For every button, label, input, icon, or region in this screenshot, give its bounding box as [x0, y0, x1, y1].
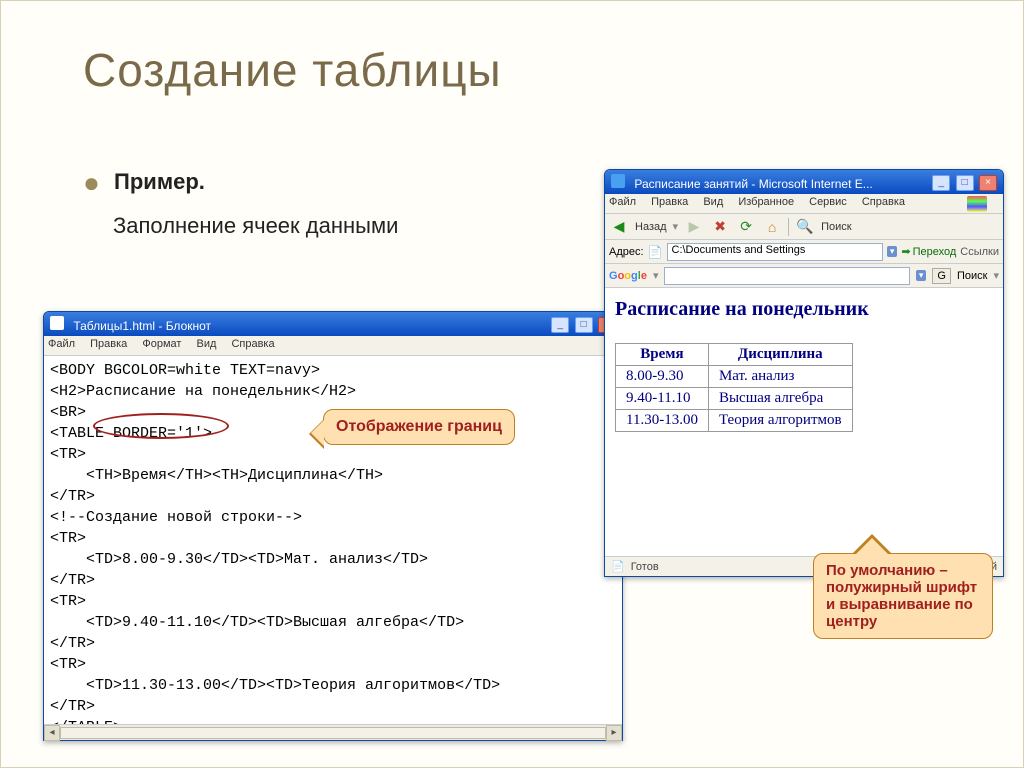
refresh-icon[interactable]: ⟳ — [736, 217, 756, 237]
g-search-button[interactable]: Поиск — [957, 270, 987, 282]
google-logo: Google — [609, 270, 647, 282]
scroll-track[interactable] — [60, 727, 606, 739]
ie-icon — [611, 174, 625, 188]
th-time: Время — [616, 344, 709, 366]
windows-flag-icon — [967, 196, 987, 212]
cell-disc: Теория алгоритмов — [708, 410, 852, 432]
notepad-window: Таблицы1.html - Блокнот _ □ × Файл Правк… — [43, 311, 623, 741]
ie-titlebar[interactable]: Расписание занятий - Microsoft Internet … — [605, 170, 1003, 194]
menu-item[interactable]: Вид — [703, 196, 723, 208]
scroll-right-icon[interactable]: ▸ — [606, 725, 622, 741]
bullet-subline: Заполнение ячеек данными — [113, 213, 398, 239]
dropdown-icon[interactable]: ▾ — [916, 270, 927, 281]
ie-menubar: Файл Правка Вид Избранное Сервис Справка — [605, 194, 1003, 214]
ie-title: Расписание занятий - Microsoft Internet … — [634, 177, 872, 191]
minimize-button[interactable]: _ — [932, 175, 950, 191]
back-label[interactable]: Назад — [635, 221, 667, 233]
go-arrow-icon: ➡ — [901, 245, 910, 258]
table-header-row: Время Дисциплина — [616, 344, 853, 366]
bullet-icon: ● — [83, 167, 100, 198]
notepad-title: Таблицы1.html - Блокнот — [73, 319, 211, 333]
google-search-field[interactable] — [664, 267, 909, 285]
google-toolbar: Google▾ ▾ G Поиск ▾ — [605, 264, 1003, 288]
status-done: Готов — [631, 561, 659, 573]
cell-disc: Мат. анализ — [708, 366, 852, 388]
menu-item[interactable]: Вид — [196, 338, 216, 350]
close-button[interactable]: × — [979, 175, 997, 191]
addr-label: Адрес: — [609, 246, 644, 258]
slide: Создание таблицы ● Пример. Заполнение яч… — [0, 0, 1024, 768]
bullet-label: Пример. — [114, 169, 205, 194]
url-field[interactable]: C:\Documents and Settings — [667, 243, 883, 261]
search-label[interactable]: Поиск — [821, 221, 851, 233]
scrollbar[interactable]: ◂ ▸ — [44, 724, 622, 740]
menu-item[interactable]: Правка — [651, 196, 688, 208]
menu-item[interactable]: Избранное — [738, 196, 794, 208]
scroll-left-icon[interactable]: ◂ — [44, 725, 60, 741]
links-label[interactable]: Ссылки — [960, 246, 999, 258]
rendered-page: Расписание на понедельник Время Дисципли… — [605, 288, 1003, 556]
schedule-table: Время Дисциплина 8.00-9.30 Мат. анализ 9… — [615, 343, 853, 432]
th-discipline: Дисциплина — [708, 344, 852, 366]
cell-time: 9.40-11.10 — [616, 388, 709, 410]
menu-item[interactable]: Справка — [862, 196, 905, 208]
g-go-button[interactable]: G — [932, 268, 951, 284]
menu-item[interactable]: Справка — [231, 338, 274, 350]
home-icon[interactable]: ⌂ — [762, 217, 782, 237]
table-row: 8.00-9.30 Мат. анализ — [616, 366, 853, 388]
menu-item[interactable]: Файл — [48, 338, 75, 350]
status-icon: 📄 — [611, 560, 625, 573]
ie-toolbar: ◀ Назад ▾ ▶ ✖ ⟳ ⌂ 🔍 Поиск — [605, 214, 1003, 240]
notepad-titlebar[interactable]: Таблицы1.html - Блокнот _ □ × — [44, 312, 622, 336]
menu-item[interactable]: Формат — [142, 338, 181, 350]
cell-time: 8.00-9.30 — [616, 366, 709, 388]
bullet-block: ● Пример. Заполнение ячеек данными — [83, 167, 398, 239]
menu-item[interactable]: Правка — [90, 338, 127, 350]
stop-icon[interactable]: ✖ — [710, 217, 730, 237]
ie-window: Расписание занятий - Microsoft Internet … — [604, 169, 1004, 577]
ie-addressbar: Адрес: 📄 C:\Documents and Settings ▾ ➡ П… — [605, 240, 1003, 264]
dropdown-icon[interactable]: ▾ — [887, 246, 898, 257]
back-icon[interactable]: ◀ — [609, 217, 629, 237]
notepad-menubar: Файл Правка Формат Вид Справка — [44, 336, 622, 356]
notepad-icon — [50, 316, 64, 330]
maximize-button[interactable]: □ — [575, 317, 593, 333]
table-row: 11.30-13.00 Теория алгоритмов — [616, 410, 853, 432]
menu-item[interactable]: Сервис — [809, 196, 847, 208]
forward-icon[interactable]: ▶ — [684, 217, 704, 237]
page-heading: Расписание на понедельник — [615, 298, 993, 321]
table-row: 9.40-11.10 Высшая алгебра — [616, 388, 853, 410]
page-icon: 📄 — [648, 245, 663, 259]
slide-title: Создание таблицы — [83, 43, 502, 97]
cell-time: 11.30-13.00 — [616, 410, 709, 432]
callout-border: Отображение границ — [323, 409, 515, 445]
cell-disc: Высшая алгебра — [708, 388, 852, 410]
menu-item[interactable]: Файл — [609, 196, 636, 208]
go-button[interactable]: ➡ Переход — [901, 245, 956, 258]
search-icon[interactable]: 🔍 — [795, 217, 815, 237]
callout-th-note: По умолчанию – полужирный шрифт и выравн… — [813, 553, 993, 639]
minimize-button[interactable]: _ — [551, 317, 569, 333]
maximize-button[interactable]: □ — [956, 175, 974, 191]
